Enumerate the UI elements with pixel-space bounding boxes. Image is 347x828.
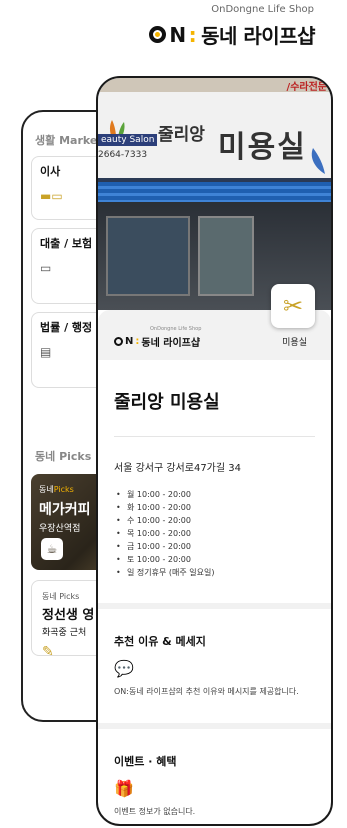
- sign-big-text: 미용실: [218, 130, 307, 165]
- shop-address: 서울 강서구 강서로47가길 34: [114, 463, 241, 474]
- shop-sign: eauty Salon 2664-7333 줄리앙 미용실: [98, 92, 331, 178]
- sign-top-text: /수라전문: [286, 82, 327, 93]
- events-text: 이벤트 정보가 없습니다.: [114, 807, 196, 816]
- opening-hours: 월 10:00 - 20:00 화 10:00 - 20:00 수 10:00 …: [116, 488, 331, 579]
- hours-item: 목 10:00 - 20:00: [116, 527, 331, 540]
- brand-logo: N : 동네 라이프샵: [149, 20, 315, 49]
- hours-item: 수 10:00 - 20:00: [116, 514, 331, 527]
- cup-icon: ☕: [41, 538, 63, 560]
- bar-brand-o-icon: [114, 337, 123, 346]
- promo-stage: OnDongne Life Shop N : 동네 라이프샵 생활 Market…: [0, 0, 347, 828]
- recommend-text: ON:동네 라이프샵의 추천 이유와 메시지를 제공합니다.: [114, 687, 299, 696]
- sign-small-text: 줄리앙: [158, 125, 205, 145]
- hours-item: 일 정기휴무 (매주 일요일): [116, 566, 331, 579]
- sign-tel: 2664-7333: [98, 150, 148, 160]
- shop-photo: /수라전문 eauty Salon 2664-7333 줄리앙 미용실: [98, 78, 331, 310]
- brand-subtitle: OnDongne Life Shop: [211, 4, 314, 15]
- scissors-icon: ✂: [271, 284, 315, 328]
- brand-o-icon: [149, 26, 167, 43]
- gift-icon: 🎁: [114, 779, 134, 798]
- hours-item: 토 10:00 - 20:00: [116, 553, 331, 566]
- hours-item: 금 10:00 - 20:00: [116, 540, 331, 553]
- section-separator: [98, 723, 331, 729]
- hours-item: 화 10:00 - 20:00: [116, 501, 331, 514]
- bar-subtitle: OnDongne Life Shop: [150, 326, 202, 332]
- shop-name: 줄리앙 미용실: [114, 392, 220, 413]
- awning: [98, 182, 331, 202]
- divider: [114, 436, 315, 437]
- bar-brand: N: 동네 라이프샵: [114, 334, 200, 349]
- events-title: 이벤트 · 혜택: [114, 755, 177, 768]
- leaf-decor-icon: [311, 148, 325, 174]
- brand-name: 동네 라이프샵: [201, 24, 315, 48]
- hours-item: 월 10:00 - 20:00: [116, 488, 331, 501]
- chat-icon: 💬: [114, 659, 134, 678]
- brand-colon: :: [188, 22, 197, 47]
- front-phone: /수라전문 eauty Salon 2664-7333 줄리앙 미용실 ✂ On…: [96, 76, 333, 826]
- sign-tag: eauty Salon: [98, 134, 158, 146]
- brand-n: N: [169, 22, 186, 47]
- bar-category: 미용실: [282, 338, 307, 348]
- section-separator: [98, 603, 331, 609]
- shop-detail: 줄리앙 미용실 서울 강서구 강서로47가길 34 월 10:00 - 20:0…: [98, 360, 331, 817]
- recommend-title: 추천 이유 & 메세지: [114, 635, 206, 648]
